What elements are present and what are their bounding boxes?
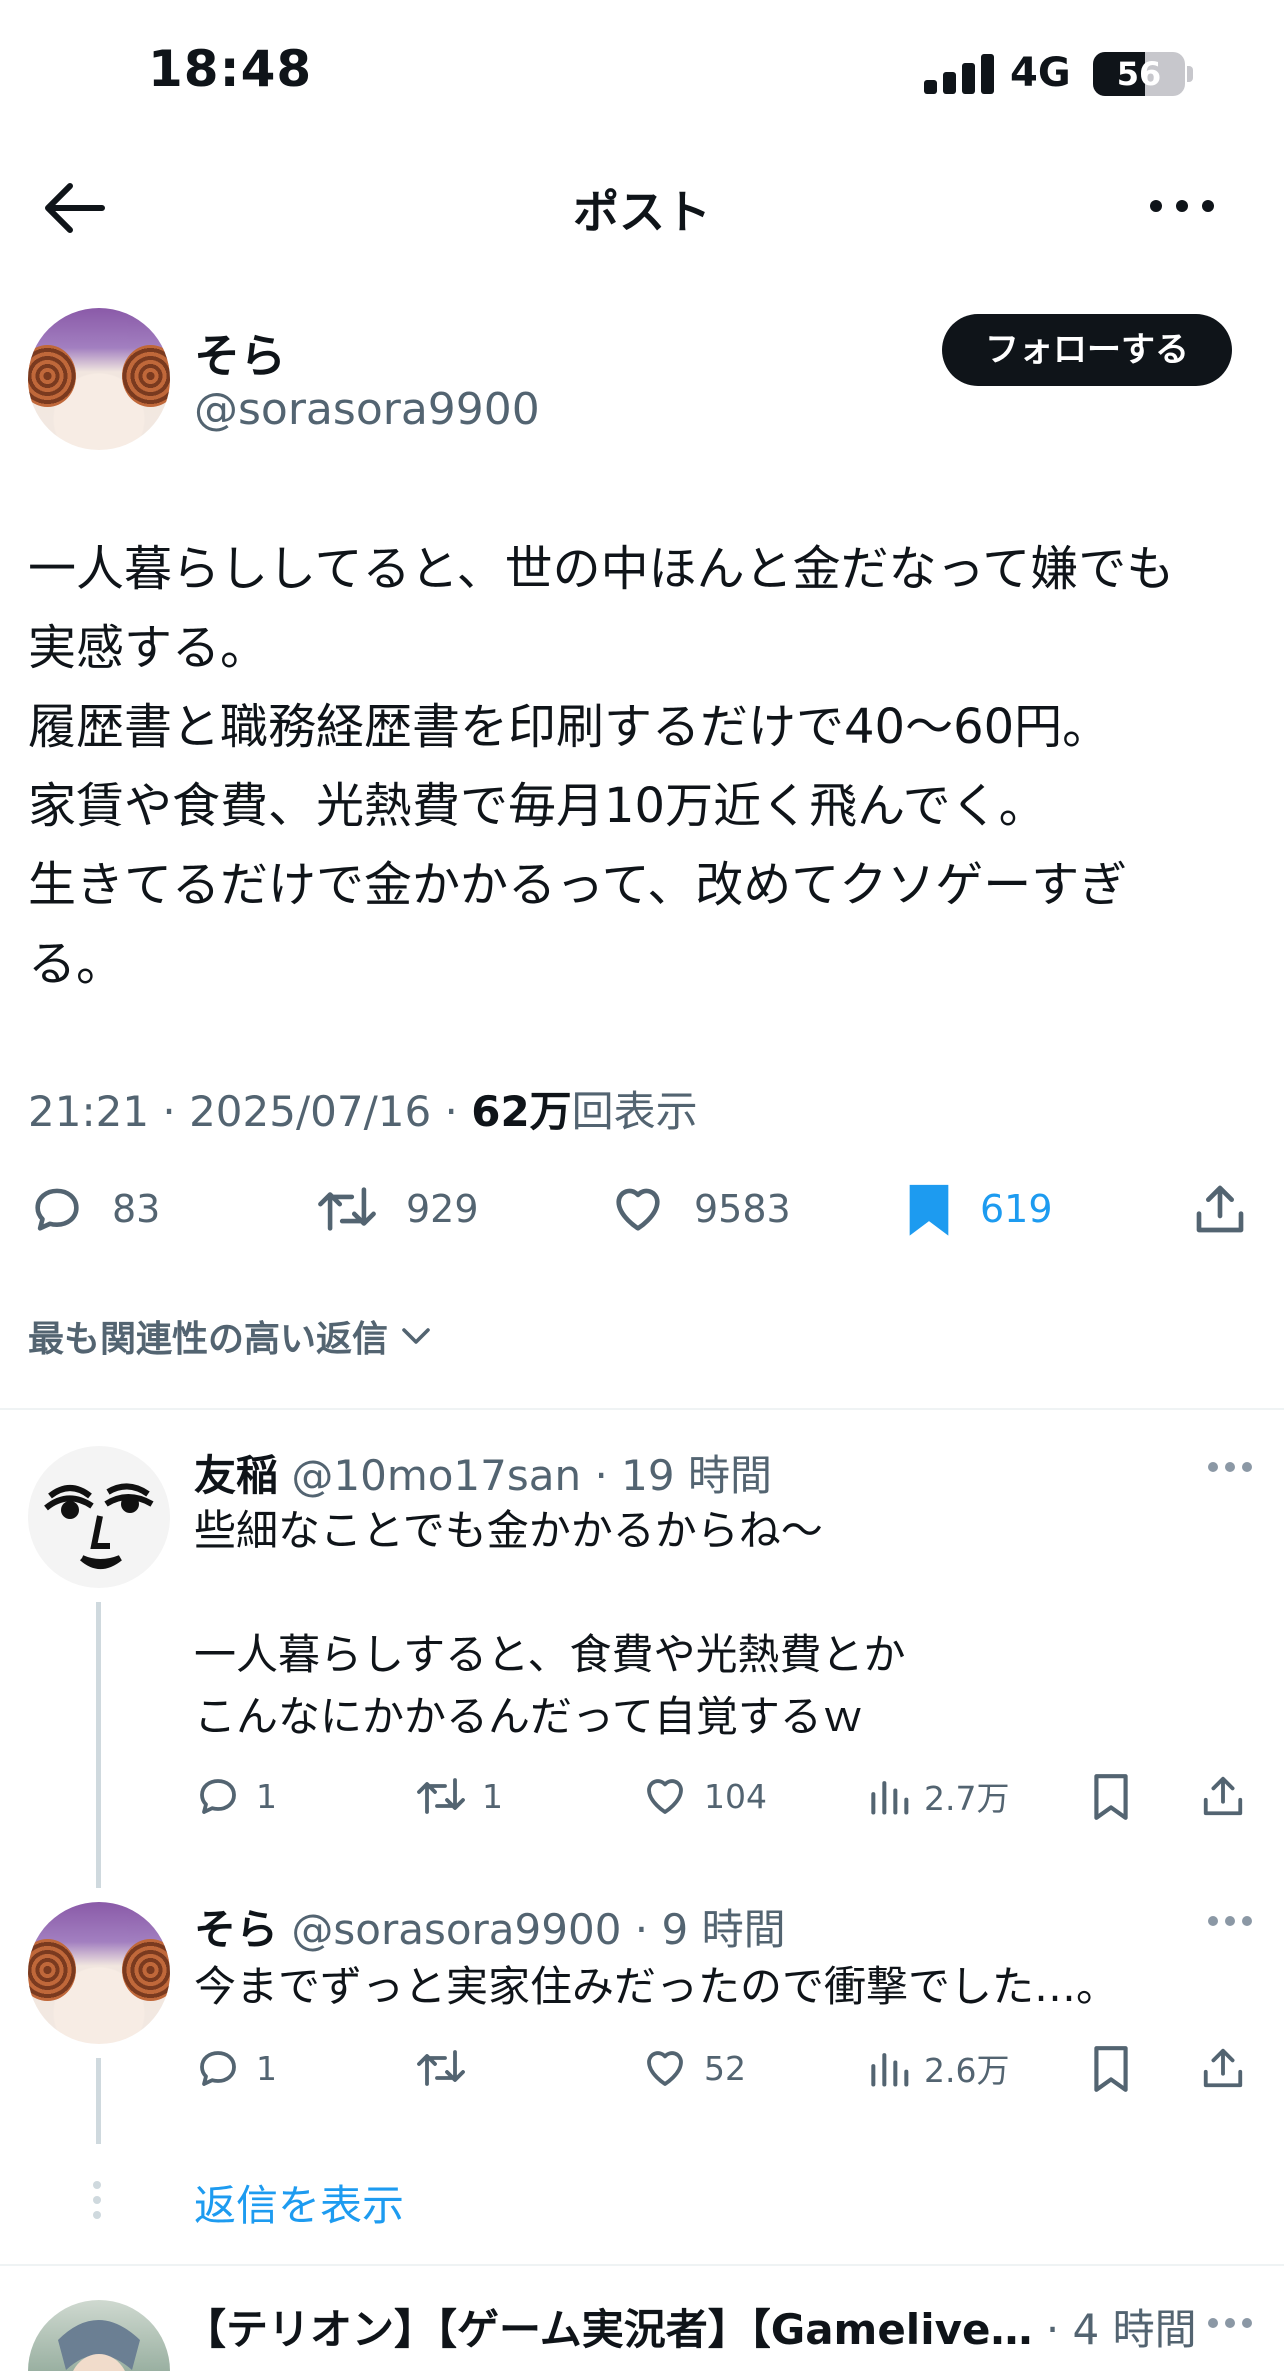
reply-comment-action[interactable]: 1	[194, 2044, 277, 2092]
like-action[interactable]: 9583	[608, 1180, 791, 1238]
chevron-down-icon	[402, 1328, 430, 1344]
divider	[0, 1408, 1284, 1410]
reply-author-name[interactable]: そら	[194, 1905, 278, 1954]
show-replies-link[interactable]: 返信を表示	[194, 2172, 404, 2233]
repost-icon	[417, 2050, 465, 2086]
reply-more-icon[interactable]	[1208, 1462, 1252, 1472]
bookmark-count: 619	[980, 1187, 1053, 1231]
author-name[interactable]: そら	[194, 320, 286, 386]
heart-icon	[647, 2051, 683, 2086]
reply-icon	[200, 1779, 236, 1814]
reply-age: · 19 時間	[594, 1451, 772, 1500]
battery-tip	[1187, 66, 1193, 82]
view-count: 62万	[471, 1087, 572, 1136]
reply-age: · 9 時間	[634, 1905, 786, 1954]
reply-views-action[interactable]: 2.6万	[866, 2044, 1009, 2092]
reply-count: 83	[112, 1187, 161, 1231]
share-icon	[1203, 1776, 1243, 1816]
repost-icon	[417, 1778, 465, 1814]
follow-button[interactable]: フォローする	[942, 314, 1232, 386]
bookmark-action[interactable]: 619	[904, 1180, 1053, 1238]
author-avatar[interactable]	[28, 308, 170, 450]
author-handle[interactable]: @sorasora9900	[194, 384, 540, 435]
battery-icon: 56	[1093, 52, 1185, 96]
reply-author-name[interactable]: 【テリオン】【ゲーム実況者】【Gamelive…	[184, 2305, 1032, 2354]
reply-header: 【テリオン】【ゲーム実況者】【Gamelive… · 4 時間	[184, 2296, 1194, 2357]
view-label: 回表示	[571, 1087, 698, 1136]
post-text: 一人暮らししてると、世の中ほんと金だなって嫌でも 実感する。 履歴書と職務経歴書…	[28, 541, 1175, 992]
repost-action[interactable]: 929	[314, 1180, 479, 1238]
reply-like-action[interactable]: 104	[640, 1772, 767, 1820]
reply-avatar[interactable]	[28, 1902, 170, 2044]
page-title: ポスト	[573, 185, 711, 239]
reply-avatar[interactable]	[28, 2300, 170, 2371]
reply-text: 今までずっと実家住みだったので衝撃でした…。	[194, 1962, 1119, 2011]
reply-view-count: 2.7万	[924, 1779, 1010, 1818]
post-meta: 21:21 · 2025/07/16 · 62万回表示	[28, 1078, 698, 1139]
reply-action[interactable]: 83	[28, 1180, 160, 1238]
reply-header: そら @sorasora9900 · 9 時間	[194, 1896, 786, 1957]
reply-comment-action[interactable]: 1	[194, 1772, 277, 1820]
bookmark-icon	[1094, 1774, 1128, 1820]
reply-avatar[interactable]	[28, 1446, 170, 1588]
reply-age: · 4 時間	[1045, 2305, 1194, 2354]
more-options-icon[interactable]	[1150, 196, 1226, 216]
bookmark-filled-icon	[909, 1184, 949, 1236]
heart-icon	[616, 1188, 660, 1231]
status-time: 18:48	[148, 40, 313, 98]
reply-view-count: 2.6万	[924, 2051, 1010, 2090]
reply-repost-count: 1	[482, 1776, 503, 1816]
reply-share-action[interactable]	[1200, 2044, 1246, 2092]
reply-author-handle[interactable]: @sorasora9900	[291, 1905, 621, 1954]
network-type: 4G	[1010, 50, 1071, 96]
reply-like-count: 104	[704, 1776, 767, 1816]
views-chart-icon	[871, 2053, 909, 2087]
repost-count: 929	[406, 1187, 479, 1231]
reply-views-action[interactable]: 2.7万	[866, 1772, 1009, 1820]
reply-text: 些細なことでも金かかるからね〜 一人暮らしすると、食費や光熱費とか こんなにかか…	[194, 1506, 906, 1741]
reply-repost-action[interactable]	[414, 2044, 482, 2092]
reply-bookmark-action[interactable]	[1090, 2044, 1132, 2094]
reply-repost-action[interactable]: 1	[414, 1772, 503, 1820]
reply-sort-dropdown[interactable]: 最も関連性の高い返信	[28, 1310, 434, 1362]
reply-like-action[interactable]: 52	[640, 2044, 746, 2092]
reply-share-action[interactable]	[1200, 1772, 1246, 1820]
reply-icon	[35, 1188, 79, 1231]
reply-bookmark-action[interactable]	[1090, 1772, 1132, 1822]
reply-reply-count: 1	[256, 2048, 277, 2088]
signal-icon	[924, 54, 994, 94]
share-icon	[1196, 1185, 1244, 1233]
divider	[0, 2264, 1284, 2266]
repost-icon	[318, 1187, 376, 1231]
sort-label: 最も関連性の高い返信	[28, 1319, 389, 1360]
thread-dots-icon	[92, 2180, 102, 2220]
thread-line	[96, 1602, 101, 1888]
bookmark-icon	[1094, 2046, 1128, 2092]
battery-percent: 56	[1116, 55, 1162, 93]
reply-like-count: 52	[704, 2048, 746, 2088]
reply-header: 友稲 @10mo17san · 19 時間	[194, 1442, 772, 1503]
thread-line	[96, 2058, 101, 2144]
share-icon	[1203, 2048, 1243, 2088]
post-timestamp: 21:21 · 2025/07/16 ·	[28, 1087, 472, 1136]
reply-icon	[200, 2051, 236, 2086]
share-action[interactable]	[1192, 1180, 1248, 1238]
heart-icon	[647, 1779, 683, 1814]
views-chart-icon	[871, 1781, 909, 1815]
reply-more-icon[interactable]	[1208, 2318, 1252, 2328]
reply-author-name[interactable]: 友稲	[194, 1451, 278, 1500]
like-count: 9583	[694, 1187, 791, 1231]
reply-author-handle[interactable]: @10mo17san	[291, 1451, 581, 1500]
reply-reply-count: 1	[256, 1776, 277, 1816]
reply-more-icon[interactable]	[1208, 1916, 1252, 1926]
